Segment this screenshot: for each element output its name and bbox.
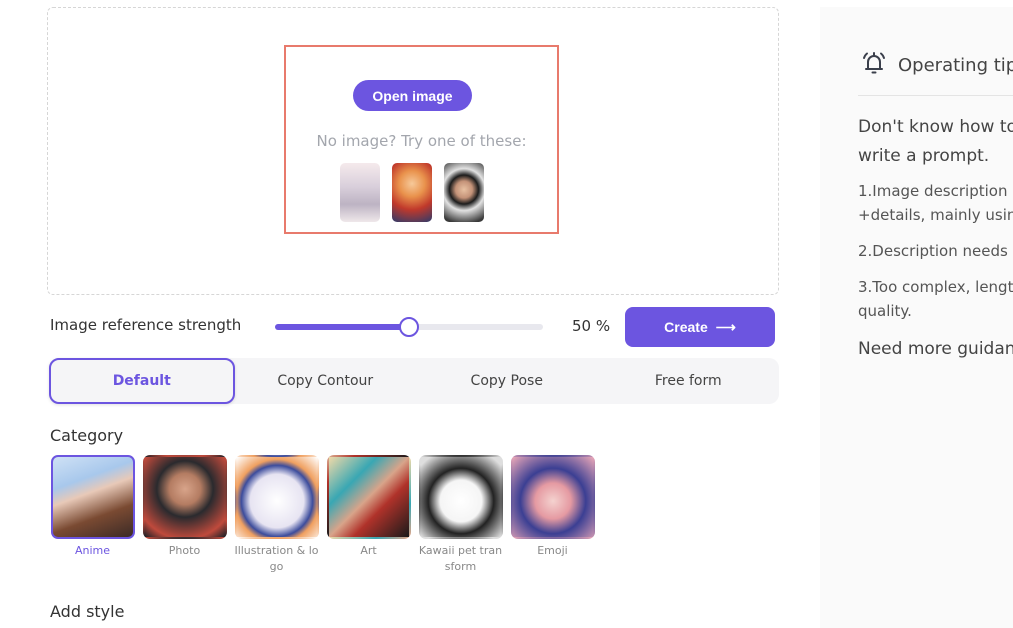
tips-title: Operating tips [898,54,1013,76]
category-item-illustration-logo[interactable]: Illustration & logo [233,455,320,575]
tips-divider [858,95,1013,96]
tip-item-1: 1.Image description +details, mainly usi… [858,182,1013,224]
add-style-heading: Add style [50,602,125,621]
sample-image-fantasy-girl[interactable] [392,163,432,222]
category-item-photo[interactable]: Photo [141,455,228,575]
tips-intro: Don't know how to write a prompt. [858,117,1013,166]
sample-images [340,163,484,222]
category-item-emoji[interactable]: Emoji [509,455,596,575]
tab-copy-pose[interactable]: Copy Pose [416,358,598,404]
category-label: Kawaii pet transform [418,544,503,573]
category-heading: Category [50,426,124,445]
tip-item-3: 3.Too complex, lengthy quality. [858,278,1013,320]
category-item-art[interactable]: Art [325,455,412,575]
sample-image-anime-sketch[interactable] [340,163,380,222]
strength-value: 50 % [572,317,611,335]
category-thumbnail [50,455,135,539]
strength-label: Image reference strength [50,316,242,334]
mode-tabs: Default Copy Contour Copy Pose Free form [49,358,779,404]
slider-fill [275,324,409,330]
category-thumbnail [418,455,503,539]
category-thumbnail [326,455,411,539]
category-label: Photo [168,544,201,557]
sample-image-boy-hat[interactable] [444,163,484,222]
need-more-guidance-link[interactable]: Need more guidance [858,339,1013,359]
category-item-anime[interactable]: Anime [49,455,136,575]
page: Open image No image? Try one of these: I… [0,0,1013,628]
category-label: Emoji [537,544,568,557]
category-list: Anime Photo Illustration & logo Art Kawa… [49,455,596,575]
operating-tips-panel: Operating tips Don't know how to write a… [820,7,1013,628]
tab-default[interactable]: Default [49,358,235,404]
slider-thumb[interactable] [399,317,419,337]
category-label: Illustration & logo [234,544,319,573]
category-thumbnail [234,455,319,539]
tip-item-2: 2.Description needs [858,242,1008,260]
create-button[interactable]: Create ⟶ [625,307,775,347]
bell-ringing-icon [860,49,888,81]
sample-hint-text: No image? Try one of these: [316,132,527,150]
category-thumbnail [142,455,227,539]
strength-slider[interactable] [275,317,543,337]
category-thumbnail [510,455,595,539]
category-label: Art [360,544,377,557]
create-button-label: Create [664,319,708,335]
arrow-right-icon: ⟶ [715,318,736,335]
category-label: Anime [74,544,111,557]
open-image-button[interactable]: Open image [353,80,472,111]
tips-header: Operating tips [860,49,1013,81]
tab-free-form[interactable]: Free form [598,358,780,404]
category-item-kawaii-pet[interactable]: Kawaii pet transform [417,455,504,575]
tab-copy-contour[interactable]: Copy Contour [235,358,417,404]
